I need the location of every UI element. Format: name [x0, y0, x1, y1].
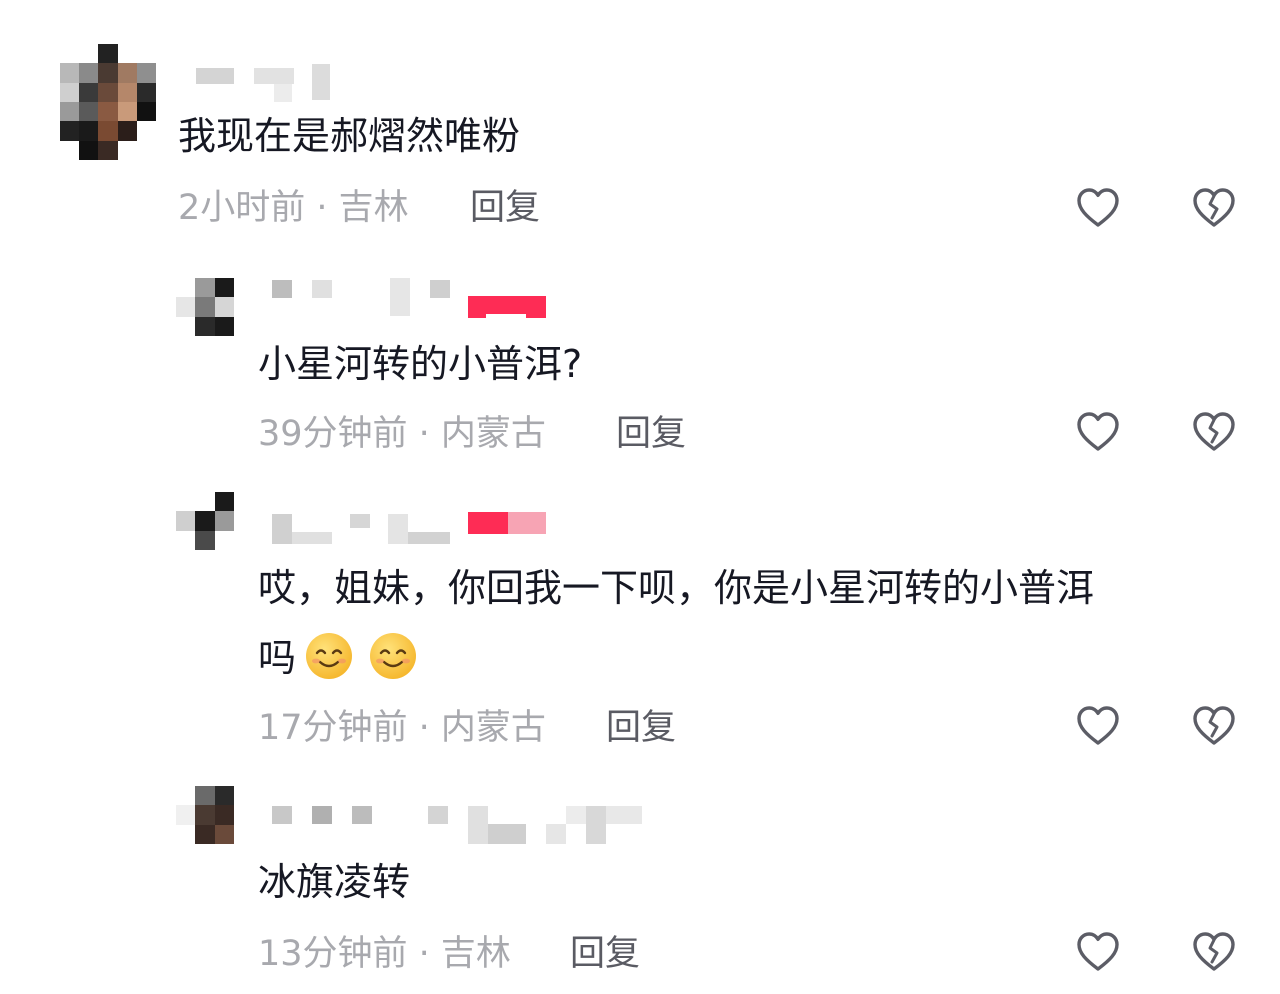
broken-heart-icon	[1193, 706, 1235, 745]
comment-text-tail: 吗	[258, 636, 297, 680]
dislike-button[interactable]	[1190, 408, 1238, 456]
avatar[interactable]	[176, 492, 234, 550]
dislike-button[interactable]	[1190, 702, 1238, 750]
comment-text: 小星河转的小普洱?	[258, 342, 583, 386]
username-redacted[interactable]	[272, 804, 652, 846]
comment-text-line: 吗	[258, 622, 418, 694]
broken-heart-icon	[1193, 412, 1235, 451]
avatar[interactable]	[176, 278, 234, 336]
username-redacted[interactable]	[196, 62, 336, 104]
username-redacted[interactable]	[272, 510, 552, 552]
comment-item: 我现在是郝熠然唯粉 2小时前 · 吉林 回复	[0, 0, 1280, 240]
heart-outline-icon	[1077, 188, 1119, 227]
smiling-face-emoji	[304, 631, 354, 681]
reply-button[interactable]: 回复	[570, 932, 640, 976]
comment-meta: 17分钟前 · 内蒙古	[258, 708, 546, 748]
reply-item: 冰旗凌转 13分钟前 · 吉林 回复	[0, 770, 1280, 994]
heart-outline-icon	[1077, 932, 1119, 971]
comment-meta: 2小时前 · 吉林	[178, 188, 409, 228]
heart-outline-icon	[1077, 706, 1119, 745]
reply-item: 哎，姐妹，你回我一下呗，你是小星河转的小普洱 吗 17分钟前 · 内蒙古 回复	[0, 480, 1280, 760]
reply-item: 小星河转的小普洱? 39分钟前 · 内蒙古 回复	[0, 260, 1280, 470]
reply-button[interactable]: 回复	[606, 706, 676, 750]
broken-heart-icon	[1193, 932, 1235, 971]
dislike-button[interactable]	[1190, 928, 1238, 976]
like-button[interactable]	[1074, 702, 1122, 750]
smiling-face-emoji	[368, 631, 418, 681]
dislike-button[interactable]	[1190, 184, 1238, 232]
reply-button[interactable]: 回复	[470, 186, 540, 230]
like-button[interactable]	[1074, 184, 1122, 232]
reply-button[interactable]: 回复	[616, 412, 686, 456]
comment-text: 冰旗凌转	[258, 860, 411, 904]
heart-outline-icon	[1077, 412, 1119, 451]
broken-heart-icon	[1193, 188, 1235, 227]
like-button[interactable]	[1074, 928, 1122, 976]
avatar[interactable]	[60, 44, 156, 160]
comment-meta: 39分钟前 · 内蒙古	[258, 414, 546, 454]
comment-meta: 13分钟前 · 吉林	[258, 934, 511, 974]
username-redacted[interactable]	[272, 278, 552, 324]
like-button[interactable]	[1074, 408, 1122, 456]
avatar[interactable]	[176, 786, 234, 844]
comment-text: 我现在是郝熠然唯粉	[178, 114, 521, 158]
comment-text-line: 哎，姐妹，你回我一下呗，你是小星河转的小普洱	[258, 566, 1095, 610]
